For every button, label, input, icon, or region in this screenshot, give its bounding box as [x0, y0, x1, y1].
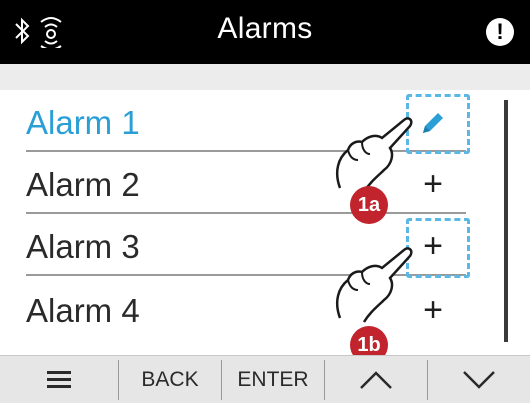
bottom-toolbar: BACK ENTER — [0, 355, 530, 403]
scrollbar[interactable] — [504, 100, 508, 342]
menu-icon — [47, 371, 71, 388]
pointing-hand-icon — [336, 247, 413, 323]
subheader-band — [0, 64, 530, 90]
down-button[interactable] — [428, 356, 530, 403]
pointing-hand-icon — [336, 117, 413, 193]
page-title: Alarms — [217, 12, 313, 45]
enter-button[interactable]: ENTER — [222, 356, 324, 403]
back-button[interactable]: BACK — [119, 356, 221, 403]
callout-badge-1a: 1a — [350, 186, 388, 224]
alarm-label: Alarm 2 — [26, 166, 140, 203]
alarm-label: Alarm 4 — [26, 292, 140, 329]
warning-symbol: ! — [496, 19, 504, 44]
status-bar: Alarms ! — [0, 0, 530, 64]
chevron-up-icon — [360, 371, 392, 389]
warning-icon[interactable]: ! — [486, 18, 514, 46]
up-button[interactable] — [325, 356, 427, 403]
plus-icon[interactable]: + — [412, 290, 454, 330]
alarm-label: Alarm 1 — [26, 104, 140, 141]
menu-button[interactable] — [0, 356, 118, 403]
plus-icon[interactable]: + — [412, 164, 454, 204]
alarm-label: Alarm 3 — [26, 228, 140, 265]
chevron-down-icon — [463, 371, 495, 389]
scrollbar-thumb[interactable] — [504, 100, 508, 342]
